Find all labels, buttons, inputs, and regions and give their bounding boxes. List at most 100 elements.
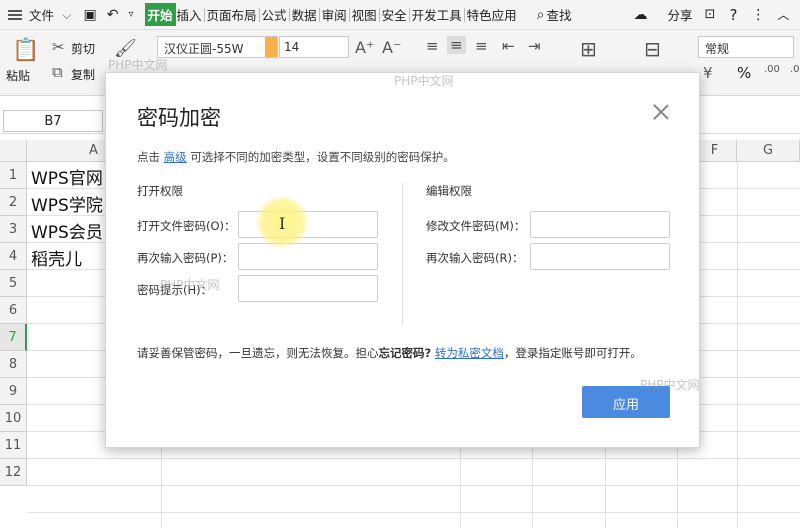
warning-prefix: 请妥善保管密码，一旦遗忘，则无法恢复。担心	[137, 346, 379, 360]
tab-features[interactable]: 特色应用	[466, 5, 518, 24]
copy-icon[interactable]: ⧉	[52, 63, 63, 81]
copy-button[interactable]: 复制	[71, 66, 95, 83]
increase-font-icon[interactable]: A⁺	[355, 38, 374, 57]
row-header[interactable]: 9	[0, 378, 27, 405]
edit-permission-heading: 编辑权限	[426, 184, 472, 198]
private-document-link[interactable]: 转为私密文档	[435, 346, 504, 360]
cell-a3[interactable]: WPS会员	[31, 218, 103, 243]
watermark: PHP中文网	[394, 74, 454, 88]
close-icon[interactable]	[652, 103, 670, 121]
currency-icon[interactable]: ¥	[703, 64, 713, 82]
indent-decrease-icon[interactable]: ⇤	[502, 37, 515, 55]
tab-security[interactable]: 安全	[381, 5, 408, 24]
forgot-password-text: 忘记密码?	[378, 346, 432, 360]
tab-home[interactable]: 开始	[144, 3, 176, 26]
hamburger-menu-icon[interactable]	[8, 9, 22, 20]
paste-icon[interactable]: 📋	[12, 38, 39, 63]
row-header[interactable]: 12	[0, 459, 27, 486]
modify-password-input[interactable]	[530, 211, 670, 238]
font-name-select[interactable]: 汉仪正圆-55W	[157, 36, 278, 58]
watermark: PHP中文网	[108, 58, 168, 72]
cell-a2[interactable]: WPS学院	[31, 191, 103, 216]
divider	[258, 7, 260, 22]
decimal-increase-icon[interactable]: .00	[764, 64, 780, 75]
align-bottom-icon[interactable]: ≡	[475, 37, 488, 55]
cloud-icon[interactable]: ☁	[633, 7, 649, 23]
row-header[interactable]: 8	[0, 351, 27, 378]
row-header[interactable]: 1	[0, 162, 27, 189]
decrease-font-icon[interactable]: A⁻	[382, 38, 401, 57]
divider	[288, 7, 290, 22]
row-header[interactable]: 4	[0, 243, 27, 270]
tab-review[interactable]: 审阅	[321, 5, 348, 24]
cell-a4[interactable]: 稻壳儿	[31, 245, 82, 270]
modify-confirm-label: 再次输入密码(R)：	[426, 251, 524, 265]
undo-icon[interactable]: ↶	[106, 7, 120, 23]
grid-line	[737, 162, 738, 528]
row-header-selected[interactable]: 7	[0, 324, 27, 351]
grid-line	[27, 512, 800, 513]
text-cursor-icon: I	[279, 214, 286, 233]
row-header[interactable]: 11	[0, 432, 27, 459]
merge-cells-icon[interactable]: ⊞	[580, 37, 597, 61]
open-permission-heading: 打开权限	[137, 184, 183, 198]
row-header[interactable]: 5	[0, 270, 27, 297]
modify-password-label: 修改文件密码(M)：	[426, 219, 526, 233]
divider	[203, 7, 205, 22]
tab-data[interactable]: 数据	[291, 5, 318, 24]
tab-insert[interactable]: 插入	[176, 5, 203, 24]
collapse-icon[interactable]: ⊡	[704, 7, 717, 22]
share-button[interactable]: 分享	[667, 5, 694, 24]
tab-formula[interactable]: 公式	[261, 5, 288, 24]
password-hint-input[interactable]	[238, 275, 378, 302]
open-confirm-label: 再次输入密码(P)：	[137, 251, 234, 265]
watermark: PHP中文网	[640, 378, 700, 392]
help-icon[interactable]: ?	[728, 6, 738, 24]
description-suffix: 可选择不同的加密类型，设置不同级别的密码保护。	[190, 150, 455, 164]
section-divider	[402, 183, 403, 325]
tab-page-layout[interactable]: 页面布局	[206, 5, 258, 24]
row-header[interactable]: 6	[0, 297, 27, 324]
divider	[318, 7, 320, 22]
tab-view[interactable]: 视图	[351, 5, 378, 24]
font-dropdown-arrow-icon[interactable]	[265, 37, 277, 57]
percent-icon[interactable]: %	[737, 64, 751, 82]
scissors-icon[interactable]: ✂	[52, 38, 65, 56]
advanced-link[interactable]: 高级	[164, 150, 187, 164]
chevron-down-icon[interactable]: ⌵	[61, 7, 72, 23]
column-header-g[interactable]: G	[737, 140, 800, 162]
grid-line	[27, 485, 800, 486]
divider	[408, 7, 410, 22]
chevron-up-icon[interactable]: ︿	[776, 6, 790, 23]
align-middle-icon[interactable]: ≡	[447, 36, 466, 54]
cut-button[interactable]: 剪切	[71, 40, 95, 57]
font-size-select[interactable]: 14	[279, 36, 349, 58]
dialog-description: 点击 高级 可选择不同的加密类型，设置不同级别的密码保护。	[137, 149, 455, 165]
cell-a1[interactable]: WPS官网	[31, 164, 103, 189]
search-icon[interactable]: ⌕	[536, 7, 546, 23]
decimal-decrease-icon[interactable]: .0	[790, 64, 800, 75]
row-header[interactable]: 2	[0, 189, 27, 216]
more-icon[interactable]: ▿	[127, 9, 134, 20]
tab-developer[interactable]: 开发工具	[411, 5, 463, 24]
row-header[interactable]: 10	[0, 405, 27, 432]
modify-confirm-input[interactable]	[530, 243, 670, 270]
description-prefix: 点击	[137, 150, 160, 164]
corner-select-all[interactable]	[0, 140, 27, 162]
open-confirm-input[interactable]	[238, 243, 378, 270]
grid-line	[27, 458, 800, 459]
save-icon[interactable]: ▣	[83, 7, 98, 23]
wrap-text-icon[interactable]: ⊟	[644, 37, 661, 61]
divider	[463, 7, 465, 22]
more-options-icon[interactable]: ⋮	[750, 7, 766, 23]
row-header[interactable]: 3	[0, 216, 27, 243]
search-label[interactable]: 查找	[546, 5, 573, 24]
paste-button[interactable]: 粘贴	[6, 67, 30, 84]
warning-tail: ，登录指定账号即可打开。	[503, 346, 642, 360]
align-top-icon[interactable]: ≡	[426, 37, 439, 55]
menu-bar: 文件 ⌵ ▣ ↶ ▿ 开始 插入 页面布局 公式 数据 审阅 视图 安全 开发工…	[0, 0, 800, 30]
number-format-select[interactable]: 常规	[698, 36, 794, 58]
indent-increase-icon[interactable]: ⇥	[528, 37, 541, 55]
file-menu[interactable]: 文件	[28, 5, 55, 24]
name-box[interactable]: B7	[3, 110, 103, 132]
